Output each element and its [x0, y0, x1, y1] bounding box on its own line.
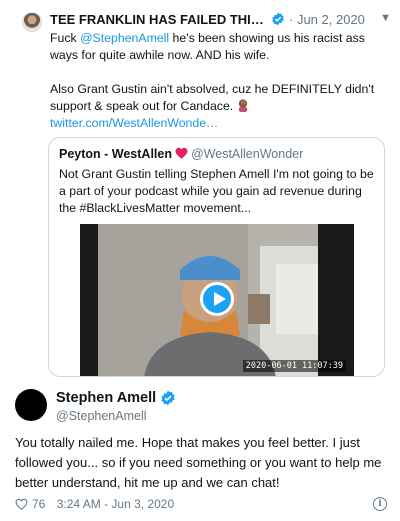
tweet-body: Fuck @StephenAmell he's been showing us … [50, 30, 392, 132]
text-segment: Fuck [50, 31, 81, 45]
tweet-footer: 76 3:24 AM - Jun 3, 2020 i [15, 497, 387, 513]
mention-link[interactable]: @StephenAmell [80, 31, 169, 45]
heart-icon[interactable] [15, 498, 28, 510]
video-player[interactable]: 2020-06-01 11:07:39 [80, 224, 354, 376]
chevron-down-icon[interactable]: ▼ [380, 12, 391, 24]
verified-badge-icon [272, 12, 284, 26]
author-handle[interactable]: @StephenAmell [56, 409, 147, 423]
external-link[interactable]: twitter.com/WestAllenWonde… [50, 115, 392, 132]
quote-body: Not Grant Gustin telling Stephen Amell I… [59, 167, 374, 215]
like-count[interactable]: 76 [32, 497, 45, 511]
tweet-date[interactable]: · Jun 2, 2020 [289, 12, 365, 27]
info-icon[interactable]: i [373, 497, 387, 511]
quote-header: Peyton - WestAllen @WestAllenWonder [59, 147, 303, 161]
avatar[interactable] [15, 389, 47, 421]
author-name[interactable]: TEE FRANKLIN HAS FAILED THIS CO... [50, 12, 268, 27]
tweet-timestamp[interactable]: 3:24 AM - Jun 3, 2020 [57, 497, 174, 511]
verified-badge-icon [161, 390, 175, 406]
text-segment: Also Grant Gustin ain't absolved, cuz he… [50, 82, 375, 113]
video-timestamp: 2020-06-01 11:07:39 [242, 360, 346, 372]
play-icon[interactable] [200, 282, 234, 316]
quote-handle: @WestAllenWonder [190, 147, 304, 161]
facepalm-emoji-icon [239, 99, 248, 112]
avatar[interactable] [22, 12, 42, 32]
author-name-row: Stephen Amell [56, 390, 176, 406]
heart-emoji-icon [175, 147, 188, 159]
tweet-body: You totally nailed me. Hope that makes y… [15, 435, 382, 490]
quoted-tweet[interactable]: Peyton - WestAllen @WestAllenWonder Not G… [48, 137, 385, 377]
tweet-header: TEE FRANKLIN HAS FAILED THIS CO... · Jun … [50, 12, 395, 30]
author-name[interactable]: Stephen Amell [56, 390, 156, 406]
quote-author-name: Peyton - WestAllen [59, 147, 172, 161]
